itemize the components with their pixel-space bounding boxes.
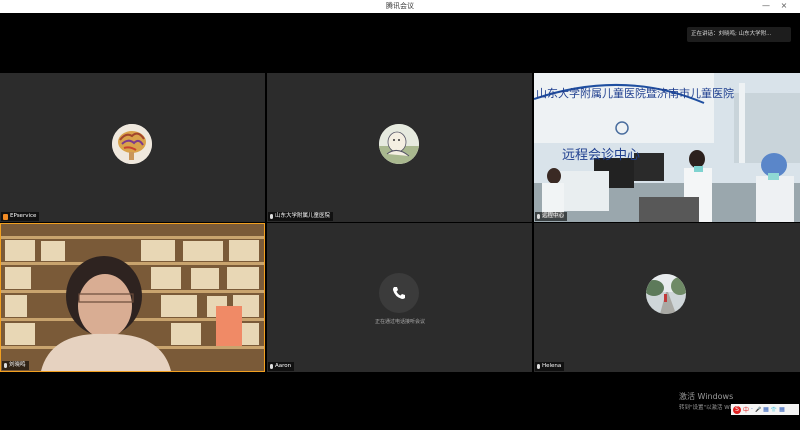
- participant-name-bar: Helena: [535, 362, 565, 371]
- ime-toolbar[interactable]: S 中 · 🎤 ▦ 👕 ▦: [731, 404, 799, 415]
- speaking-indicator: 正在讲话：刘晓鸣; 山东大学附...: [687, 27, 791, 42]
- close-button[interactable]: ×: [778, 1, 790, 11]
- road-photo-avatar: [646, 274, 686, 314]
- participant-name: 远程中心: [542, 213, 565, 219]
- participant-name: Aaron: [275, 363, 292, 369]
- brain-avatar: [112, 124, 152, 164]
- microphone-icon: [537, 214, 540, 219]
- minimize-button[interactable]: —: [760, 1, 772, 11]
- phone-call-status: 正在通过电话接听会议: [374, 319, 425, 325]
- participant-name: 山东大学附属儿童医院: [275, 213, 331, 219]
- cartoon-avatar: [379, 124, 419, 164]
- participant-tile-remote-center[interactable]: 山东大学附属儿童医院暨济南市儿童医院 远程会诊中心 远程中心: [534, 73, 800, 222]
- participant-tile-epservice[interactable]: EPservice: [0, 73, 265, 222]
- participant-name: Helena: [542, 363, 562, 369]
- ime-punctuation-toggle[interactable]: ·: [751, 406, 753, 413]
- consultation-center-sign: 远程会诊中心: [562, 148, 641, 163]
- microphone-icon: [537, 364, 540, 369]
- toolbox-icon[interactable]: ▦: [779, 406, 785, 413]
- activation-title: 激活 Windows: [679, 392, 734, 401]
- phone-icon: [379, 273, 419, 313]
- participant-name-bar: 山东大学附属儿童医院: [268, 212, 334, 221]
- window-title: 腾讯会议: [386, 2, 414, 10]
- skin-icon[interactable]: 👕: [771, 407, 777, 413]
- participant-tile-helena[interactable]: Helena: [534, 223, 800, 372]
- title-bar: 腾讯会议 — ×: [0, 0, 800, 13]
- hospital-banner: 山东大学附属儿童医院暨济南市儿童医院: [536, 87, 734, 100]
- microphone-icon: [270, 214, 273, 219]
- ime-language-toggle[interactable]: 中: [743, 405, 749, 414]
- participant-tile-active-speaker[interactable]: 刘晓鸣: [0, 223, 265, 372]
- participant-name-bar: 刘晓鸣: [2, 361, 29, 370]
- microphone-icon[interactable]: 🎤: [755, 407, 761, 413]
- participant-tile-hospital[interactable]: 山东大学附属儿童医院: [267, 73, 532, 222]
- participant-name-bar: EPservice: [1, 212, 40, 221]
- keyboard-icon[interactable]: ▦: [763, 406, 769, 413]
- participant-name-bar: 远程中心: [535, 212, 568, 221]
- participant-name: 刘晓鸣: [9, 362, 26, 368]
- participant-name-bar: Aaron: [268, 362, 295, 371]
- microphone-icon: [4, 363, 7, 368]
- participant-name: EPservice: [10, 213, 37, 219]
- ime-logo-icon[interactable]: S: [733, 405, 741, 414]
- orange-user-icon: [3, 213, 8, 220]
- speaker-video: [1, 224, 264, 371]
- microphone-icon: [270, 364, 273, 369]
